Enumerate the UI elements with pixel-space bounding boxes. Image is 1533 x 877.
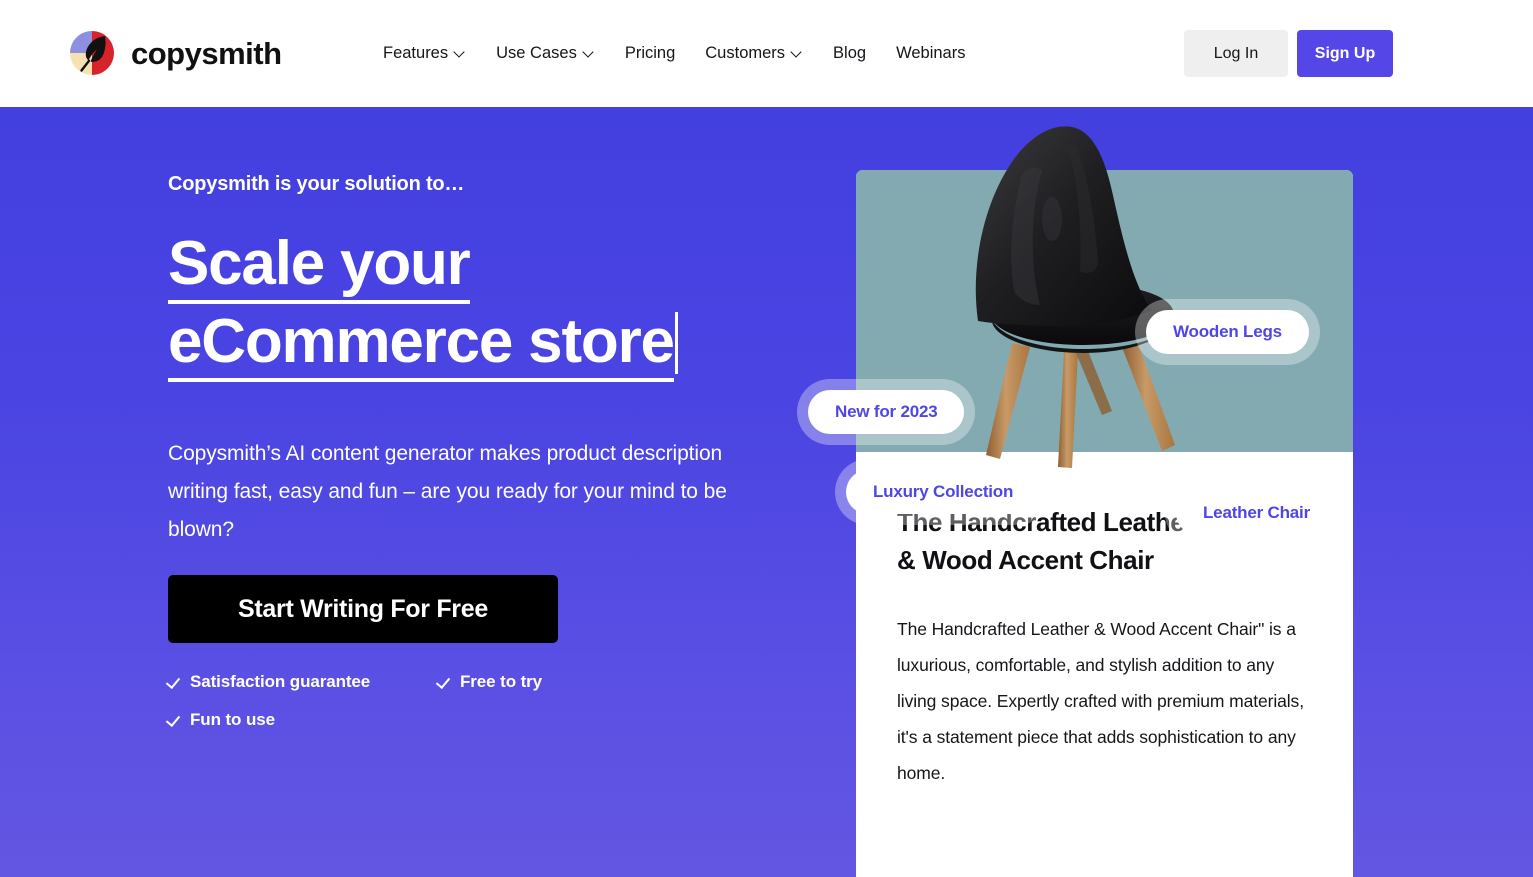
nav-item-blog[interactable]: Blog: [833, 36, 866, 71]
perk-label: Fun to use: [190, 710, 275, 729]
pill-new-for-2023[interactable]: New for 2023: [808, 390, 965, 434]
brand-logo-link[interactable]: copysmith: [66, 27, 282, 79]
typing-cursor-icon: [674, 312, 678, 374]
copysmith-logo-icon: [66, 27, 118, 79]
nav-item-label: Pricing: [624, 44, 676, 62]
check-icon: [168, 713, 182, 727]
top-navigation-bar: copysmith Features Use Cases Pricing Cus…: [0, 0, 1533, 107]
hero-perks-list: Satisfaction guarantee Free to try Fun t…: [168, 672, 598, 730]
hero-headline-line-2: eCommerce store: [168, 307, 675, 382]
hero-section: Copysmith is your solution to… Scale you…: [0, 107, 1533, 877]
hero-headline: Scale your eCommerce store: [168, 225, 788, 382]
nav-item-label: Customers: [705, 44, 786, 62]
hero-headline-line-1: Scale your: [168, 229, 471, 304]
nav-item-label: Features: [383, 44, 449, 62]
perk-item: Satisfaction guarantee: [168, 672, 438, 692]
check-icon: [438, 675, 452, 689]
pill-wooden-legs[interactable]: Wooden Legs: [1146, 310, 1309, 354]
nav-item-webinars[interactable]: Webinars: [896, 36, 965, 71]
brand-name-text: copysmith: [131, 35, 282, 71]
hero-eyebrow-text: Copysmith is your solution to…: [168, 173, 465, 195]
nav-links-group: Features Use Cases Pricing Customers Blo…: [383, 0, 965, 107]
perk-label: Satisfaction guarantee: [190, 672, 371, 691]
nav-item-label: Blog: [833, 44, 867, 62]
page-root: copysmith Features Use Cases Pricing Cus…: [0, 0, 1533, 877]
check-icon: [168, 675, 182, 689]
nav-item-pricing[interactable]: Pricing: [625, 36, 675, 71]
nav-item-label: Webinars: [896, 44, 966, 62]
chevron-down-icon: [792, 47, 803, 58]
sign-up-button[interactable]: Sign Up: [1297, 30, 1393, 77]
nav-actions-group: Log In Sign Up: [1184, 30, 1393, 77]
perk-label: Free to try: [460, 672, 543, 691]
perk-item: Fun to use: [168, 710, 438, 730]
product-description: The Handcrafted Leather & Wood Accent Ch…: [897, 619, 1304, 783]
nav-item-label: Use Cases: [496, 44, 577, 62]
nav-item-use-cases[interactable]: Use Cases: [496, 36, 595, 71]
log-in-button[interactable]: Log In: [1184, 30, 1288, 77]
hero-subtext: Copysmith’s AI content generator makes p…: [168, 442, 727, 541]
nav-item-features[interactable]: Features: [383, 36, 466, 71]
chevron-down-icon: [584, 47, 595, 58]
nav-item-customers[interactable]: Customers: [705, 36, 803, 71]
perk-item: Free to try: [438, 672, 598, 692]
pill-leather-chair[interactable]: Leather Chair: [1176, 491, 1337, 535]
chevron-down-icon: [455, 47, 466, 58]
pill-luxury-collection[interactable]: Luxury Collection: [846, 470, 1041, 514]
start-writing-for-free-button[interactable]: Start Writing For Free: [168, 575, 558, 643]
